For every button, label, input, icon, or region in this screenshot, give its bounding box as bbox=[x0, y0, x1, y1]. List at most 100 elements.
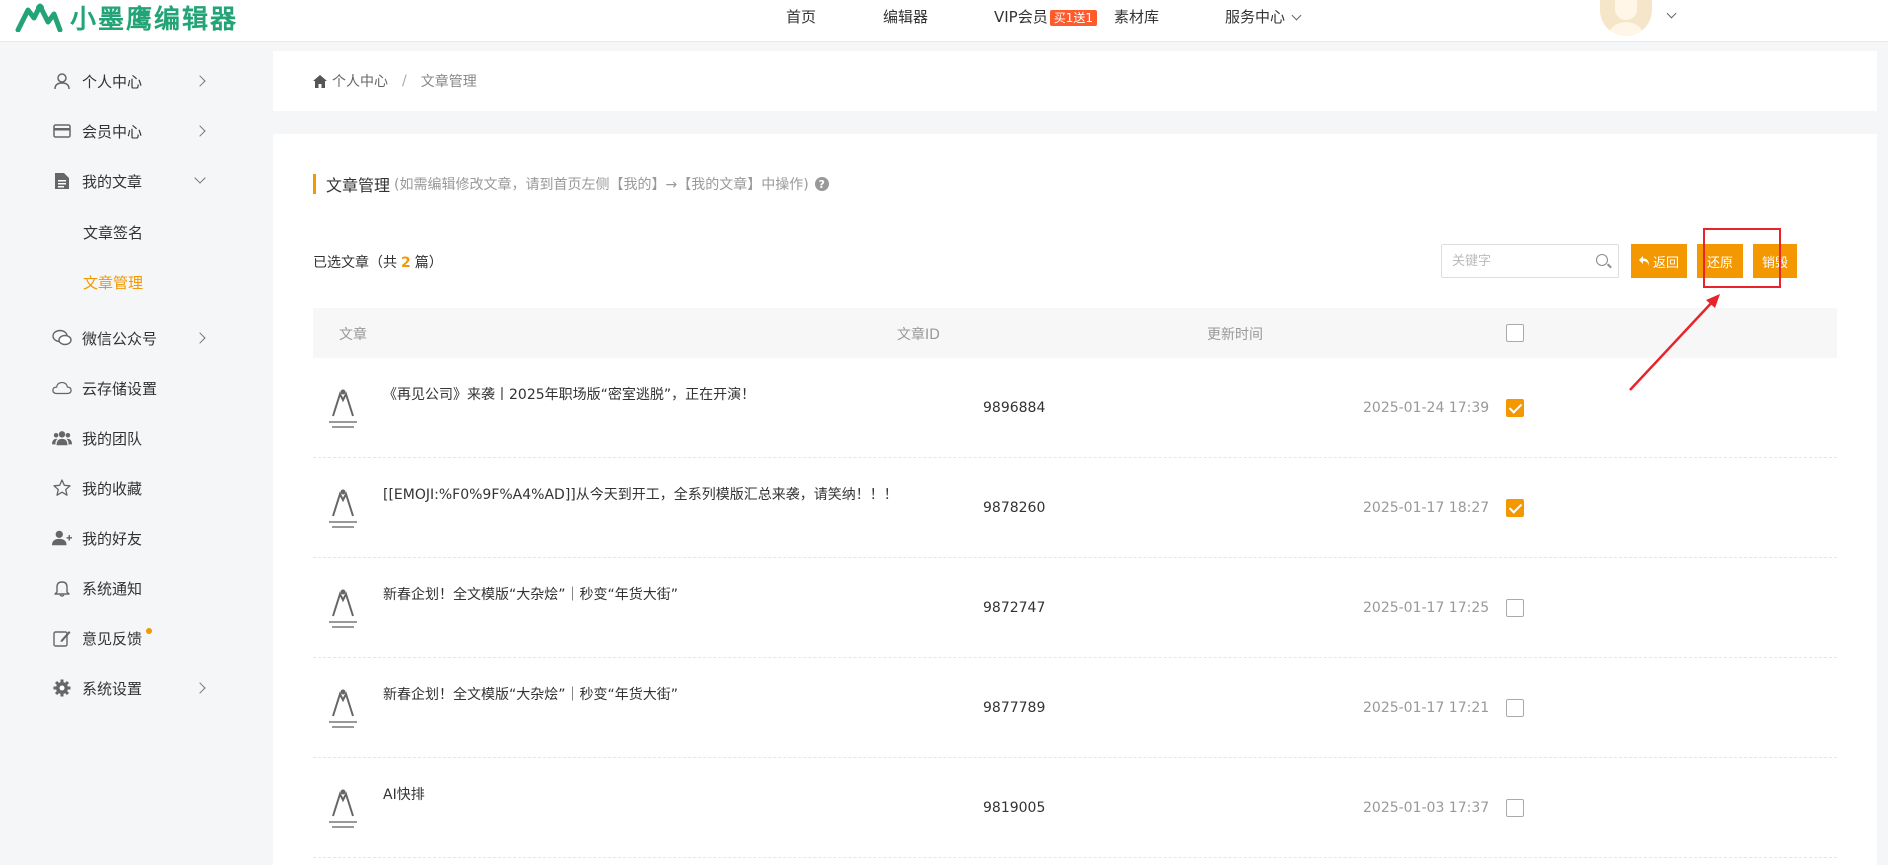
avatar-chevron-down-icon[interactable] bbox=[1666, 8, 1677, 19]
sidebar-item-label: 微信公众号 bbox=[82, 329, 158, 348]
table-row: 《再见公司》来袭丨2025年职场版“密室逃脱”，正在开演！ 9896884 20… bbox=[313, 358, 1837, 458]
article-thumbnail bbox=[329, 489, 357, 528]
column-header-article: 文章 bbox=[339, 327, 367, 343]
sidebar-item-label: 我的好友 bbox=[82, 529, 143, 548]
new-dot-badge bbox=[146, 628, 153, 634]
card-icon bbox=[52, 121, 72, 141]
chevron-right-icon bbox=[194, 332, 206, 344]
search-icon[interactable] bbox=[1596, 254, 1608, 266]
sidebar-sub-article-management[interactable]: 文章管理 bbox=[83, 272, 143, 293]
gear-icon bbox=[52, 678, 72, 698]
section-title: 文章管理 (如需编辑修改文章，请到首页左侧【我的】→【我的文章】中操作) ? bbox=[313, 172, 829, 196]
title-accent-bar bbox=[313, 174, 316, 194]
sidebar-item-label: 系统通知 bbox=[82, 579, 143, 598]
annotation-arrow bbox=[1629, 294, 1720, 391]
article-title[interactable]: 《再见公司》来袭丨2025年职场版“密室逃脱”，正在开演！ bbox=[383, 384, 755, 404]
article-id: 9896884 bbox=[983, 400, 1046, 416]
table-row: AI快排 9819005 2025-01-03 17:37 bbox=[313, 758, 1837, 858]
sidebar-item-label: 个人中心 bbox=[82, 72, 143, 91]
sidebar-item-label: 我的团队 bbox=[82, 429, 143, 448]
column-header-time: 更新时间 bbox=[1207, 327, 1263, 343]
breadcrumb-home[interactable]: 个人中心 bbox=[332, 71, 388, 91]
nav-editor[interactable]: 编辑器 bbox=[883, 6, 928, 27]
sidebar-item-wechat[interactable]: 微信公众号 bbox=[52, 323, 212, 353]
select-all-checkbox[interactable] bbox=[1506, 324, 1524, 342]
wechat-icon bbox=[52, 328, 72, 348]
sidebar-item-notifications[interactable]: 系统通知 bbox=[52, 573, 212, 603]
row-checkbox[interactable] bbox=[1506, 599, 1524, 617]
home-icon bbox=[313, 74, 327, 88]
undo-arrow-icon bbox=[1638, 256, 1649, 266]
top-navbar: 小墨鹰编辑器 首页 编辑器 VIP会员 买1送1 素材库 服务中心 bbox=[0, 0, 1888, 42]
sidebar-item-membership[interactable]: 会员中心 bbox=[52, 116, 212, 146]
back-button-label: 返回 bbox=[1652, 255, 1679, 271]
breadcrumb: 个人中心 / 文章管理 bbox=[313, 71, 477, 91]
article-time: 2025-01-03 17:37 bbox=[1363, 800, 1490, 816]
article-title[interactable]: [[EMOJI:%F0%9F%A4%AD]]从今天到开工，全系列模版汇总来袭，请… bbox=[383, 484, 898, 504]
search-input[interactable] bbox=[1442, 245, 1582, 277]
sidebar-item-label: 我的收藏 bbox=[82, 479, 143, 498]
chevron-down-icon bbox=[1291, 10, 1302, 21]
page-title: 文章管理 bbox=[326, 176, 391, 195]
document-icon bbox=[52, 171, 72, 191]
sidebar-item-feedback[interactable]: 意见反馈 bbox=[52, 623, 212, 653]
breadcrumb-current: 文章管理 bbox=[420, 74, 477, 90]
highlight-box-annotation bbox=[1703, 228, 1781, 288]
avatar[interactable] bbox=[1600, 0, 1652, 36]
logo[interactable]: 小墨鹰编辑器 bbox=[14, 0, 239, 35]
sidebar-item-settings[interactable]: 系统设置 bbox=[52, 673, 212, 703]
selected-count-text: 已选文章（共 2 篇） bbox=[313, 252, 443, 272]
sidebar-item-friends[interactable]: 我的好友 bbox=[52, 523, 212, 553]
sidebar-item-cloud-storage[interactable]: 云存储设置 bbox=[52, 373, 212, 403]
article-id: 9878260 bbox=[983, 500, 1046, 516]
sidebar-sub-article-signature[interactable]: 文章签名 bbox=[83, 222, 143, 243]
article-title[interactable]: 新春企划！全文模版“大杂烩”｜秒变“年货大街” bbox=[383, 584, 678, 604]
table-row: 新春企划！全文模版“大杂烩”｜秒变“年货大街” 9877789 2025-01-… bbox=[313, 658, 1837, 758]
chevron-right-icon bbox=[194, 125, 206, 137]
table-row: 新春企划！全文模版“大杂烩”｜秒变“年货大街” 9872747 2025-01-… bbox=[313, 558, 1837, 658]
nav-vip-label: VIP会员 bbox=[994, 8, 1048, 26]
article-thumbnail bbox=[329, 689, 357, 728]
cloud-icon bbox=[52, 378, 72, 398]
article-title[interactable]: 新春企划！全文模版“大杂烩”｜秒变“年货大街” bbox=[383, 684, 678, 704]
table-row: [[EMOJI:%F0%9F%A4%AD]]从今天到开工，全系列模版汇总来袭，请… bbox=[313, 458, 1837, 558]
sidebar-item-profile[interactable]: 个人中心 bbox=[52, 66, 212, 96]
sidebar-item-label: 会员中心 bbox=[82, 122, 143, 141]
column-header-id: 文章ID bbox=[897, 327, 940, 343]
logo-text: 小墨鹰编辑器 bbox=[70, 4, 239, 35]
selected-prefix: 已选文章（共 bbox=[313, 255, 397, 271]
breadcrumb-separator: / bbox=[402, 73, 407, 89]
table-header: 文章 文章ID 更新时间 bbox=[313, 308, 1837, 358]
article-id: 9872747 bbox=[983, 600, 1046, 616]
vip-promo-badge: 买1送1 bbox=[1049, 10, 1098, 26]
sidebar-item-label: 云存储设置 bbox=[82, 379, 158, 398]
article-thumbnail bbox=[329, 789, 357, 828]
article-title[interactable]: AI快排 bbox=[383, 784, 425, 804]
team-icon bbox=[52, 428, 72, 448]
add-friend-icon bbox=[52, 528, 72, 548]
row-checkbox-checked[interactable] bbox=[1506, 399, 1524, 417]
sidebar-item-favorites[interactable]: 我的收藏 bbox=[52, 473, 212, 503]
user-icon bbox=[52, 71, 72, 91]
sidebar-item-label: 我的文章 bbox=[82, 172, 143, 191]
chevron-down-icon bbox=[194, 172, 206, 184]
selected-suffix: 篇） bbox=[414, 255, 443, 271]
row-checkbox[interactable] bbox=[1506, 799, 1524, 817]
nav-service[interactable]: 服务中心 bbox=[1225, 6, 1302, 27]
row-checkbox-checked[interactable] bbox=[1506, 499, 1524, 517]
row-checkbox[interactable] bbox=[1506, 699, 1524, 717]
nav-materials[interactable]: 素材库 bbox=[1114, 6, 1159, 27]
bell-icon bbox=[52, 578, 72, 598]
nav-vip[interactable]: VIP会员 买1送1 bbox=[994, 6, 1098, 27]
nav-home[interactable]: 首页 bbox=[786, 6, 816, 27]
sidebar-item-my-articles[interactable]: 我的文章 bbox=[52, 166, 212, 196]
eagle-logo-icon bbox=[15, 3, 63, 32]
nav-service-label: 服务中心 bbox=[1225, 8, 1286, 26]
back-button[interactable]: 返回 bbox=[1631, 244, 1687, 278]
sidebar-item-team[interactable]: 我的团队 bbox=[52, 423, 212, 453]
edit-icon bbox=[52, 628, 72, 648]
help-icon[interactable]: ? bbox=[814, 177, 829, 191]
selected-count: 2 bbox=[401, 255, 411, 271]
search-box bbox=[1441, 244, 1619, 278]
breadcrumb-card: 个人中心 / 文章管理 bbox=[273, 51, 1877, 111]
